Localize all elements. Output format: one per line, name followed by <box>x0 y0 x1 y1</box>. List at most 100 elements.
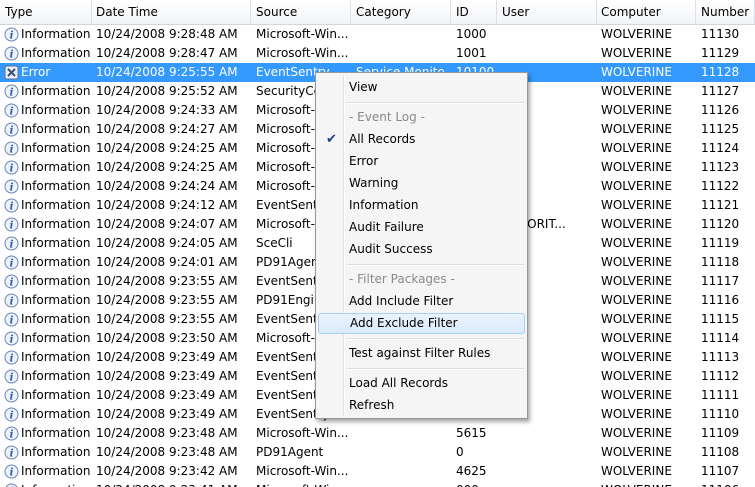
column-header-datetime[interactable]: Date Time <box>91 0 251 24</box>
cell-number: 11113 <box>701 350 740 364</box>
column-header-user[interactable]: User <box>497 0 597 24</box>
cell-type: Information <box>21 312 91 326</box>
cell-user <box>502 481 597 487</box>
svg-text:i: i <box>10 126 14 137</box>
menu-test-filter-rules[interactable]: Test against Filter Rules <box>318 343 525 364</box>
menu-header-filter-packages: - Filter Packages - <box>318 269 525 290</box>
cell-number: 11110 <box>701 407 740 421</box>
column-header-category[interactable]: Category <box>351 0 451 24</box>
checkmark-icon: ✔ <box>326 132 337 147</box>
menu-add-exclude-filter[interactable]: Add Exclude Filter <box>318 313 525 334</box>
info-icon: i <box>4 331 19 346</box>
info-icon: i <box>4 141 19 156</box>
menu-view[interactable]: View <box>318 77 525 98</box>
cell-computer: WOLVERINE <box>601 27 672 41</box>
cell-computer: WOLVERINE <box>601 198 672 212</box>
column-header-type[interactable]: Type <box>0 0 92 24</box>
menu-error[interactable]: Error <box>318 151 525 172</box>
cell-datetime: 10/24/2008 9:23:48 AM <box>96 445 238 459</box>
cell-number: 11125 <box>701 122 740 136</box>
cell-number: 11122 <box>701 179 740 193</box>
context-menu: View - Event Log - ✔ All Records Error Warnin… <box>315 72 528 419</box>
cell-computer: WOLVERINE <box>601 65 672 79</box>
menu-item-label: All Records <box>349 132 416 146</box>
cell-number: 11111 <box>701 388 740 402</box>
column-header-id[interactable]: ID <box>451 0 497 24</box>
cell-computer: WOLVERINE <box>601 84 672 98</box>
menu-item-label: - Event Log - <box>349 110 425 124</box>
menu-refresh[interactable]: Refresh <box>318 395 525 416</box>
cell-computer: WOLVERINE <box>601 369 672 383</box>
menu-audit-success[interactable]: Audit Success <box>318 239 525 260</box>
info-icon: i <box>4 350 19 365</box>
menu-warning[interactable]: Warning <box>318 173 525 194</box>
cell-type: Information <box>21 445 91 459</box>
info-icon: i <box>4 483 19 487</box>
cell-source: Microsoft-Win... <box>256 426 349 440</box>
table-row[interactable]: i Information 10/24/2008 9:23:48 AM Microso… <box>0 424 755 443</box>
cell-number: 11107 <box>701 464 740 478</box>
menu-information[interactable]: Information <box>318 195 525 216</box>
cell-number: 11129 <box>701 46 740 60</box>
table-row[interactable]: i Information 10/24/2008 9:23:42 AM Microso… <box>0 462 755 481</box>
cell-datetime: 10/24/2008 9:24:25 AM <box>96 141 238 155</box>
cell-id: 0 <box>456 445 464 459</box>
cell-type: Information <box>21 179 91 193</box>
svg-text:i: i <box>10 278 14 289</box>
cell-category <box>356 25 451 44</box>
info-icon: i <box>4 122 19 137</box>
cell-number: 11120 <box>701 217 740 231</box>
cell-category <box>356 481 451 487</box>
column-header-source[interactable]: Source <box>251 0 351 24</box>
cell-computer: WOLVERINE <box>601 141 672 155</box>
info-icon: i <box>4 426 19 441</box>
menu-item-label: Test against Filter Rules <box>349 346 491 360</box>
cell-user <box>502 25 597 44</box>
info-icon: i <box>4 198 19 213</box>
cell-datetime: 10/24/2008 9:24:05 AM <box>96 236 238 250</box>
cell-number: 11106 <box>701 481 755 487</box>
cell-datetime: 10/24/2008 9:25:52 AM <box>96 84 238 98</box>
menu-audit-failure[interactable]: Audit Failure <box>318 217 525 238</box>
cell-type: Information <box>21 407 91 421</box>
menu-separator <box>346 264 524 266</box>
cell-number: 11109 <box>701 426 740 440</box>
cell-datetime: 10/24/2008 9:23:41 AM <box>96 481 251 487</box>
info-icon: i <box>4 27 19 42</box>
cell-datetime: 10/24/2008 9:24:25 AM <box>96 160 238 174</box>
cell-computer: WOLVERINE <box>601 445 672 459</box>
column-header-computer[interactable]: Computer <box>596 0 696 24</box>
menu-load-all-records[interactable]: Load All Records <box>318 373 525 394</box>
error-icon <box>4 65 19 80</box>
table-row[interactable]: iInformation 10/24/2008 9:23:41 AM Microso… <box>0 481 755 487</box>
svg-text:i: i <box>10 373 14 384</box>
menu-item-label: View <box>349 80 378 94</box>
cell-source: Microsoft-Win... <box>256 464 349 478</box>
cell-id: 000 <box>456 481 497 487</box>
cell-number: 11115 <box>701 312 740 326</box>
info-icon: i <box>4 369 19 384</box>
cell-user <box>502 443 597 462</box>
cell-computer: WOLVERINE <box>601 350 672 364</box>
info-icon: i <box>4 293 19 308</box>
info-icon: i <box>4 464 19 479</box>
svg-text:i: i <box>10 31 14 42</box>
table-row[interactable]: i Information 10/24/2008 9:23:48 AM PD91Age… <box>0 443 755 462</box>
table-row[interactable]: i Information 10/24/2008 9:28:47 AM Microso… <box>0 44 755 63</box>
cell-datetime: 10/24/2008 9:23:55 AM <box>96 293 238 307</box>
menu-all-records[interactable]: ✔ All Records <box>318 129 525 150</box>
cell-type: Information <box>21 274 91 288</box>
menu-add-include-filter[interactable]: Add Include Filter <box>318 291 525 312</box>
cell-type: Information <box>21 388 91 402</box>
info-icon: i <box>4 312 19 327</box>
column-header-number[interactable]: Number <box>696 0 755 24</box>
cell-type: Information <box>21 464 91 478</box>
svg-text:i: i <box>10 202 14 213</box>
cell-datetime: 10/24/2008 9:25:55 AM <box>96 65 238 79</box>
table-row[interactable]: i Information 10/24/2008 9:28:48 AM Microso… <box>0 25 755 44</box>
cell-datetime: 10/24/2008 9:24:24 AM <box>96 179 238 193</box>
cell-number: 11114 <box>701 331 740 345</box>
menu-separator <box>346 338 524 340</box>
cell-number: 11112 <box>701 369 740 383</box>
info-icon: i <box>4 103 19 118</box>
